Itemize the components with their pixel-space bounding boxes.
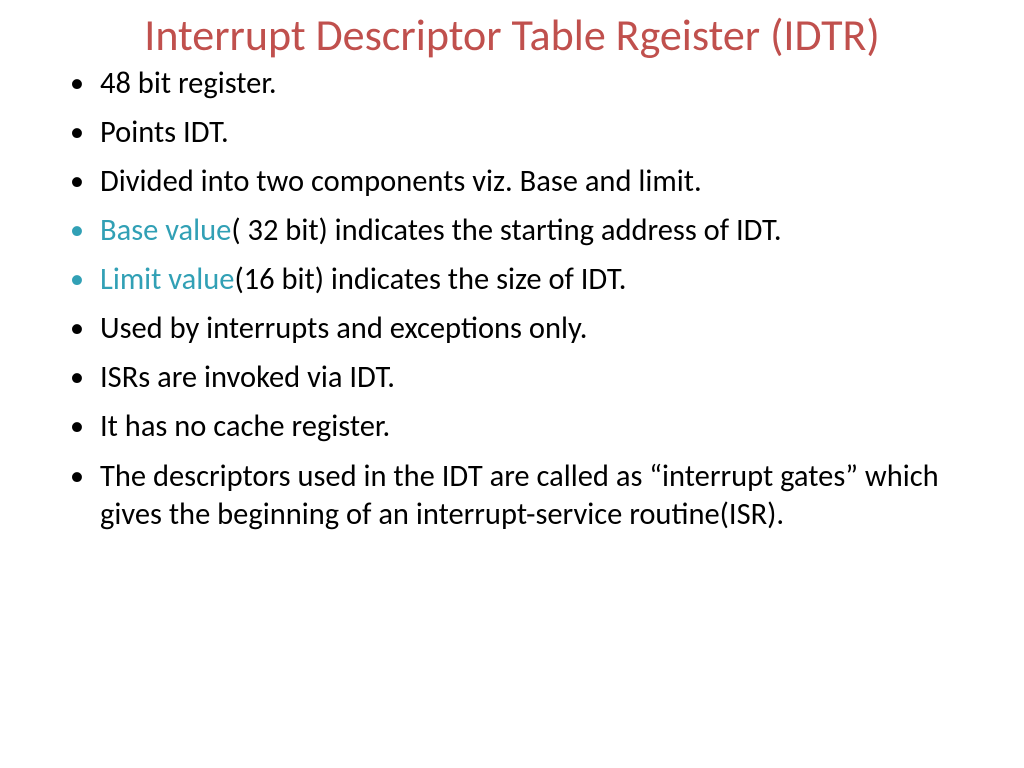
bullet-text: It has no cache register. [100,408,390,445]
list-item: The descriptors used in the IDT are call… [60,458,964,534]
bullet-text: Divided into two components viz. Base an… [100,163,702,200]
bullet-text: 48 bit register. [100,65,277,102]
bullet-accent-prefix: Limit value [100,261,234,298]
list-item: Limit value(16 bit) indicates the size o… [60,261,964,299]
slide-title: Interrupt Descriptor Table Rgeister (IDT… [60,10,964,61]
list-item: Base value( 32 bit) indicates the starti… [60,212,964,250]
bullet-list: 48 bit register. Points IDT. Divided int… [60,65,964,534]
list-item: Points IDT. [60,114,964,152]
list-item: It has no cache register. [60,408,964,446]
bullet-text: Points IDT. [100,114,229,151]
bullet-accent-prefix: Base value [100,212,231,249]
list-item: Divided into two components viz. Base an… [60,163,964,201]
bullet-text: The descriptors used in the IDT are call… [100,458,939,533]
list-item: 48 bit register. [60,65,964,103]
bullet-text: ISRs are invoked via IDT. [100,359,395,396]
bullet-text: Used by interrupts and exceptions only. [100,310,587,347]
list-item: ISRs are invoked via IDT. [60,359,964,397]
bullet-text: (16 bit) indicates the size of IDT. [234,261,626,298]
bullet-text: ( 32 bit) indicates the starting address… [231,212,781,249]
list-item: Used by interrupts and exceptions only. [60,310,964,348]
